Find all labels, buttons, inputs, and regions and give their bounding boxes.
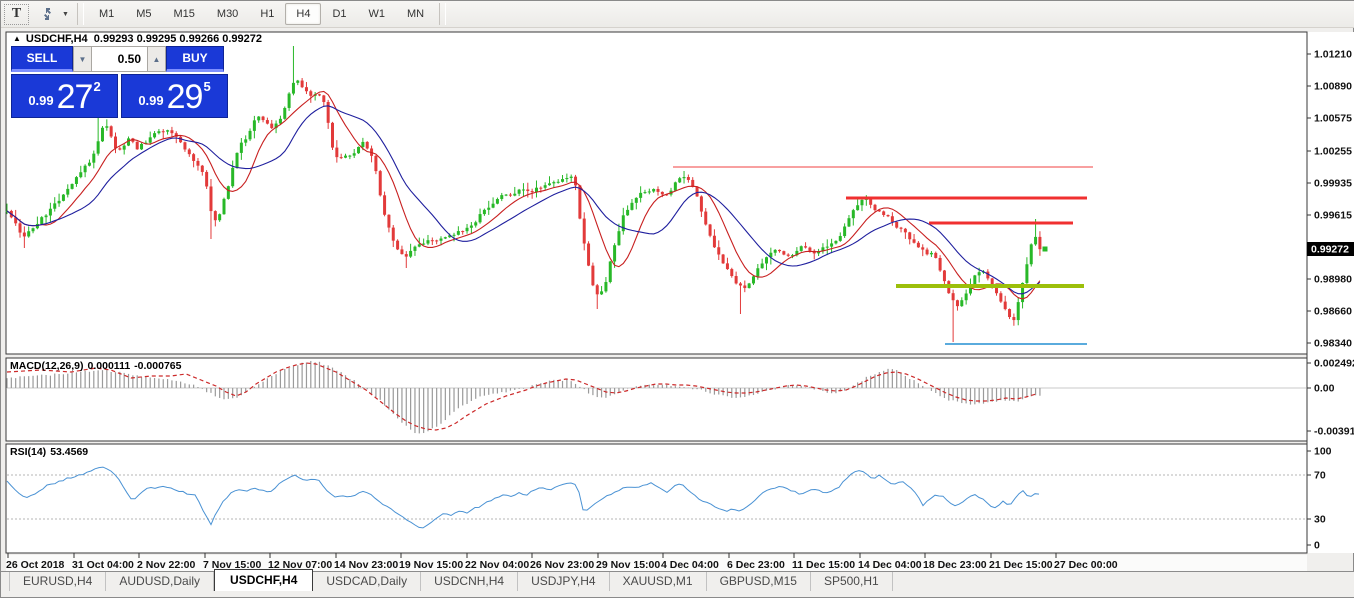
- timeframe-button-mn[interactable]: MN: [396, 3, 435, 25]
- svg-text:0.002492: 0.002492: [1314, 358, 1354, 370]
- chart-ohlc-values: 0.99293 0.99295 0.99266 0.99272: [94, 33, 262, 45]
- svg-text:1.01210: 1.01210: [1314, 49, 1352, 61]
- tab-sp500-h1[interactable]: SP500,H1: [811, 572, 893, 591]
- svg-text:26 Oct 2018: 26 Oct 2018: [6, 559, 65, 571]
- chart-symbol-timeframe: USDCHF,H4: [26, 33, 88, 45]
- svg-text:29 Nov 15:00: 29 Nov 15:00: [596, 559, 660, 571]
- tab-usdcad-daily[interactable]: USDCAD,Daily: [313, 572, 421, 591]
- svg-text:1.00575: 1.00575: [1314, 113, 1352, 125]
- timeframe-button-h1[interactable]: H1: [249, 3, 285, 25]
- svg-text:14 Nov 23:00: 14 Nov 23:00: [334, 559, 398, 571]
- svg-text:-0.003913: -0.003913: [1314, 426, 1354, 438]
- svg-text:2 Nov 22:00: 2 Nov 22:00: [137, 559, 196, 571]
- cursor-tool-icon[interactable]: [35, 4, 60, 25]
- chart-tab-bar: EURUSD,H4AUDUSD,DailyUSDCHF,H4USDCAD,Dai…: [1, 571, 1354, 591]
- svg-text:100: 100: [1314, 446, 1332, 458]
- chart-title: ▲ USDCHF,H4 0.99293 0.99295 0.99266 0.992…: [13, 33, 262, 45]
- timeframe-button-group: M1M5M15M30H1H4D1W1MN: [88, 3, 435, 25]
- timeframe-button-h4[interactable]: H4: [285, 3, 321, 25]
- rsi-value: 53.4569: [50, 446, 88, 458]
- sell-price-sup: 2: [93, 79, 100, 94]
- toolbar: T ▼ M1M5M15M30H1H4D1W1MN: [1, 1, 1354, 28]
- one-click-trading-widget: SELL ▼ 0.50 ▲ BUY 0.99 27 2 0.99 29 5: [11, 46, 230, 118]
- tab-eurusd-h4[interactable]: EURUSD,H4: [9, 572, 106, 591]
- svg-text:26 Nov 23:00: 26 Nov 23:00: [530, 559, 594, 571]
- buy-price-panel[interactable]: 0.99 29 5: [121, 74, 228, 118]
- macd-signal-value: -0.000765: [134, 360, 181, 372]
- last-close-marker: [1043, 247, 1048, 252]
- timeframe-button-d1[interactable]: D1: [321, 3, 357, 25]
- svg-text:6 Dec 23:00: 6 Dec 23:00: [727, 559, 785, 571]
- svg-text:0.98340: 0.98340: [1314, 338, 1352, 350]
- svg-text:27 Dec 00:00: 27 Dec 00:00: [1054, 559, 1118, 571]
- svg-text:0.98660: 0.98660: [1314, 306, 1352, 318]
- timeframe-button-m5[interactable]: M5: [125, 3, 162, 25]
- svg-text:30: 30: [1314, 514, 1326, 526]
- svg-text:21 Dec 15:00: 21 Dec 15:00: [989, 559, 1053, 571]
- tab-audusd-daily[interactable]: AUDUSD,Daily: [106, 572, 214, 591]
- volume-input[interactable]: 0.50: [92, 46, 147, 72]
- tab-usdchf-h4[interactable]: USDCHF,H4: [214, 569, 313, 591]
- macd-name: MACD(12,26,9): [10, 360, 84, 372]
- tab-xauusd-m1[interactable]: XAUUSD,M1: [610, 572, 707, 591]
- timeframe-button-m1[interactable]: M1: [88, 3, 125, 25]
- symbol-marker-icon: ▲: [13, 34, 21, 43]
- svg-text:1.00255: 1.00255: [1314, 146, 1352, 158]
- svg-text:11 Dec 15:00: 11 Dec 15:00: [792, 559, 855, 571]
- chevron-down-icon[interactable]: ▼: [62, 11, 69, 18]
- timeframe-button-m30[interactable]: M30: [206, 3, 249, 25]
- mt5-window: T ▼ M1M5M15M30H1H4D1W1MN 1.01210 1.00890 1…: [0, 0, 1354, 598]
- macd-main-value: 0.000111: [88, 360, 131, 372]
- sell-price-prefix: 0.99: [28, 93, 53, 108]
- tab-usdjpy-h4[interactable]: USDJPY,H4: [518, 572, 609, 591]
- svg-text:1.00890: 1.00890: [1314, 81, 1352, 93]
- tab-usdcnh-h4[interactable]: USDCNH,H4: [421, 572, 518, 591]
- timeframe-button-m15[interactable]: M15: [163, 3, 206, 25]
- svg-text:18 Dec 23:00: 18 Dec 23:00: [923, 559, 987, 571]
- rsi-indicator-label: RSI(14) 53.4569: [10, 446, 92, 458]
- tab-gbpusd-m15[interactable]: GBPUSD,M15: [707, 572, 811, 591]
- svg-text:22 Nov 04:00: 22 Nov 04:00: [465, 559, 529, 571]
- status-bar: [1, 591, 1354, 597]
- sell-price-big: 27: [57, 80, 93, 114]
- text-tool-button[interactable]: T: [4, 4, 29, 25]
- timeframe-button-w1[interactable]: W1: [358, 3, 397, 25]
- buy-button[interactable]: BUY: [166, 46, 224, 72]
- svg-text:4 Dec 04:00: 4 Dec 04:00: [661, 559, 719, 571]
- sell-button[interactable]: SELL: [11, 46, 73, 72]
- toolbar-separator: [439, 3, 446, 25]
- volume-decrease-button[interactable]: ▼: [73, 46, 92, 72]
- svg-text:31 Oct 04:00: 31 Oct 04:00: [72, 559, 134, 571]
- svg-text:0: 0: [1314, 540, 1320, 552]
- svg-text:70: 70: [1314, 470, 1326, 482]
- svg-text:0.00: 0.00: [1314, 383, 1335, 395]
- svg-text:0.99272: 0.99272: [1311, 244, 1349, 256]
- rsi-pane[interactable]: [6, 444, 1307, 553]
- macd-pane[interactable]: [6, 358, 1307, 441]
- rsi-name: RSI(14): [10, 446, 46, 458]
- svg-text:14 Dec 04:00: 14 Dec 04:00: [858, 559, 922, 571]
- volume-increase-button[interactable]: ▲: [147, 46, 166, 72]
- buy-price-big: 29: [167, 80, 203, 114]
- toolbar-separator: [77, 3, 84, 25]
- buy-price-sup: 5: [203, 79, 210, 94]
- svg-text:19 Nov 15:00: 19 Nov 15:00: [399, 559, 463, 571]
- svg-text:0.98980: 0.98980: [1314, 274, 1352, 286]
- svg-text:0.99935: 0.99935: [1314, 178, 1352, 190]
- sell-price-panel[interactable]: 0.99 27 2: [11, 74, 118, 118]
- buy-price-prefix: 0.99: [138, 93, 163, 108]
- macd-indicator-label: MACD(12,26,9) 0.000111-0.000765: [10, 360, 185, 372]
- svg-text:0.99615: 0.99615: [1314, 210, 1352, 222]
